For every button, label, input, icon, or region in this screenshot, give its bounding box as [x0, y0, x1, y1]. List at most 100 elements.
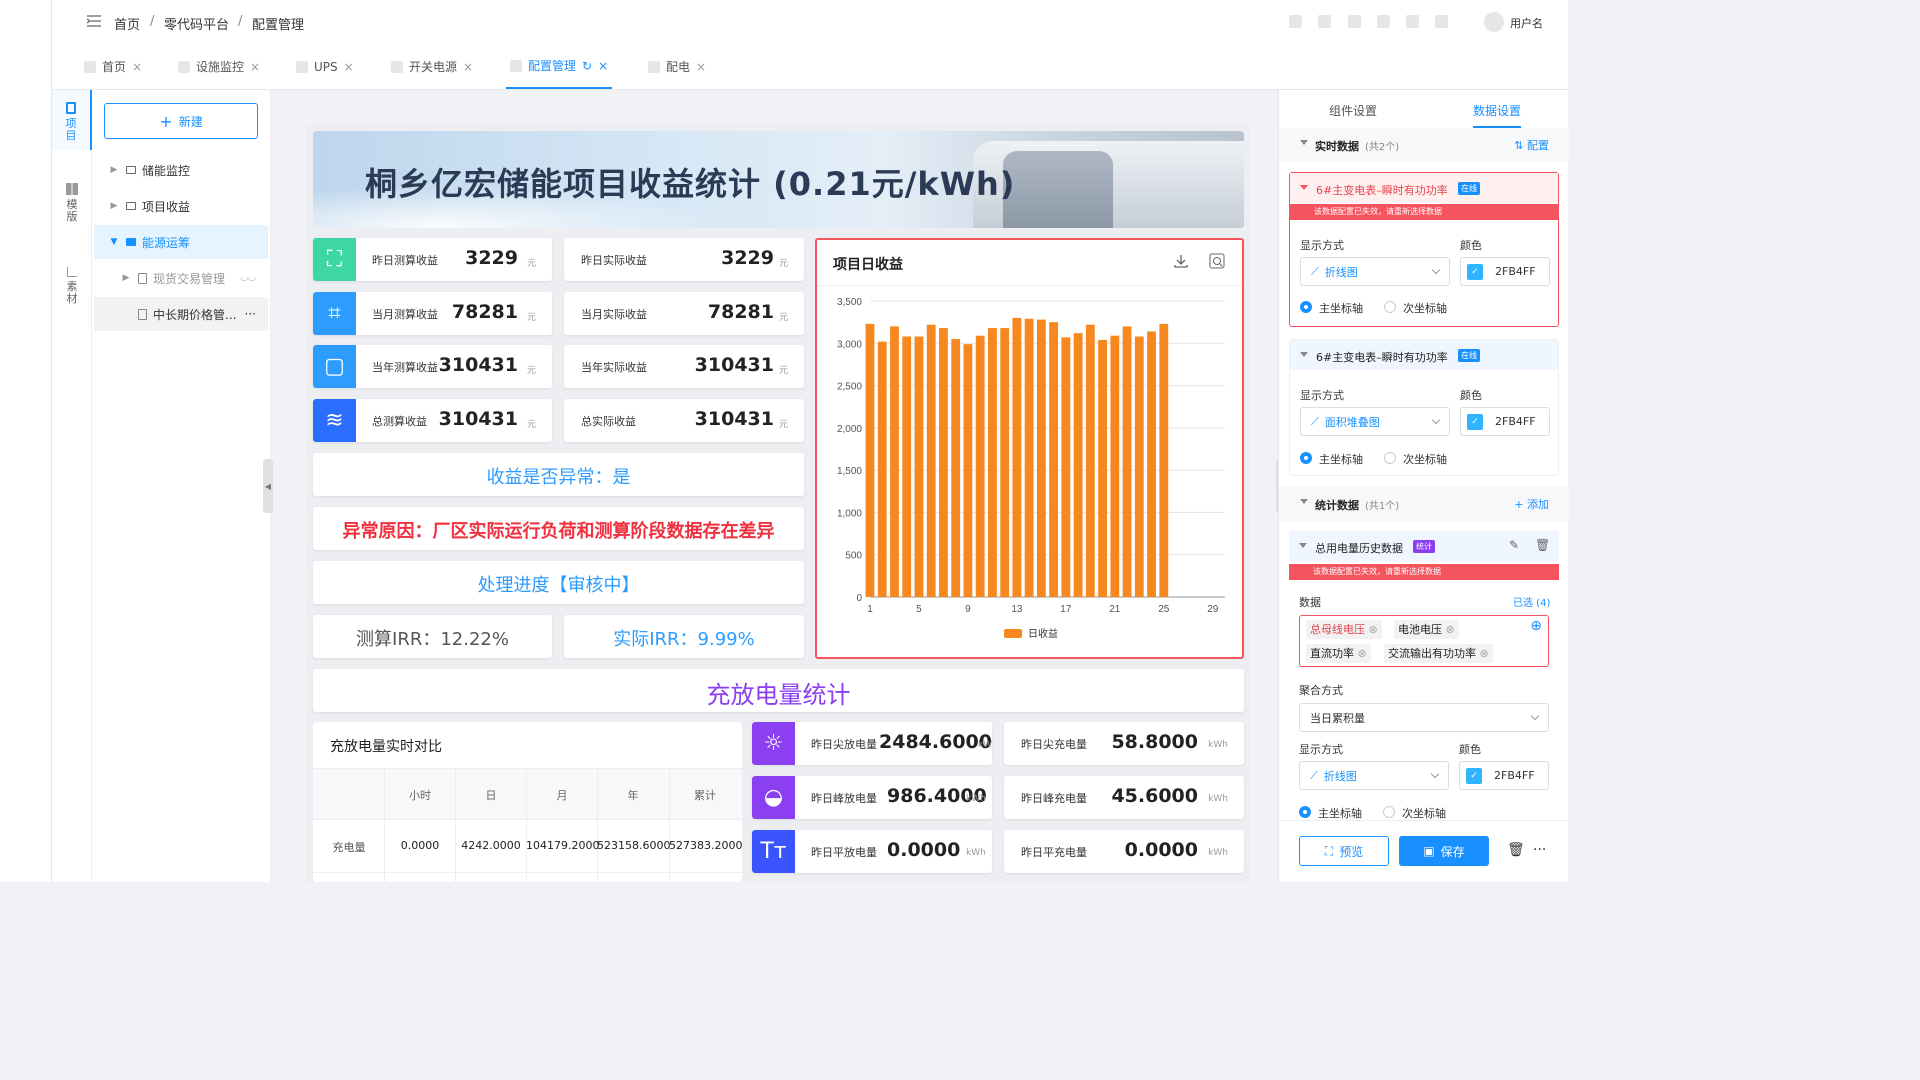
new-button[interactable]: + 新建	[104, 103, 258, 139]
agg-select[interactable]: 当日累积量	[1299, 703, 1549, 732]
secondary-axis-radio[interactable]	[1384, 452, 1396, 464]
tree-item[interactable]: ▶ 现货交易管理 ◡◡	[94, 261, 268, 295]
caret-down-icon[interactable]	[1300, 185, 1308, 190]
stats-section-header[interactable]: 统计数据 (共1个) + 添加	[1279, 487, 1569, 521]
download-icon[interactable]	[1173, 253, 1189, 269]
close-icon[interactable]: ×	[463, 60, 473, 74]
breadcrumb-home[interactable]: 首页	[114, 14, 140, 33]
data-item-card[interactable]: 6#主变电表–瞬时有功功率 在线 显示方式 颜色 ⟋ 面积堆叠图 ✓ 2FB4FF …	[1289, 339, 1559, 476]
caret-down-icon[interactable]	[1300, 140, 1308, 145]
primary-axis-radio[interactable]	[1300, 452, 1312, 464]
hidden-eye-icon[interactable]: ◡◡	[240, 273, 256, 283]
data-chip[interactable]: 交流输出有功功率 ⊗	[1384, 644, 1493, 663]
close-icon[interactable]: ×	[598, 59, 608, 73]
caret-right-icon[interactable]: ▶	[108, 165, 120, 175]
rail-template[interactable]: 模版	[52, 183, 92, 233]
breadcrumb-platform[interactable]: 零代码平台	[164, 14, 229, 33]
data-chip[interactable]: 总母线电压 ⊗	[1306, 620, 1382, 639]
secondary-axis-radio[interactable]	[1384, 301, 1396, 313]
header-tool-icon[interactable]	[1435, 15, 1448, 28]
edit-icon[interactable]: ✎	[1509, 538, 1519, 552]
more-icon[interactable]: ···	[1533, 842, 1546, 858]
close-icon[interactable]: ⊗	[1358, 647, 1367, 660]
kpi-unit: 元	[526, 420, 536, 430]
config-link[interactable]: ⇅ 配置	[1514, 137, 1549, 153]
secondary-axis-radio[interactable]	[1383, 806, 1395, 818]
data-chip[interactable]: 直流功率 ⊗	[1306, 644, 1371, 663]
delete-icon[interactable]: 🗑	[1507, 842, 1525, 858]
tab-data-settings[interactable]: 数据设置	[1473, 102, 1521, 119]
close-icon[interactable]: ×	[250, 60, 260, 74]
caret-down-icon[interactable]	[1299, 543, 1307, 548]
data-item-card[interactable]: 6#主变电表–瞬时有功功率 在线 该数据配置已失效，请重新选择数据 显示方式 颜…	[1289, 172, 1559, 327]
menu-toggle-icon[interactable]	[86, 14, 102, 28]
chart-bar	[926, 324, 936, 597]
tree-item[interactable]: 中长期价格管... ···	[94, 297, 268, 331]
zoom-icon[interactable]	[1209, 253, 1225, 269]
item-header[interactable]: 6#主变电表–瞬时有功功率 在线	[1290, 173, 1558, 203]
tab-home[interactable]: 首页 ×	[84, 44, 142, 89]
caret-down-icon[interactable]: ▼	[108, 237, 120, 247]
tab-switch-power[interactable]: 开关电源 ×	[391, 44, 473, 89]
selected-count-link[interactable]: 已选 (4)	[1513, 594, 1550, 609]
tab-config[interactable]: 配置管理 ↻ ×	[506, 44, 613, 89]
table-header-cell: 年	[627, 789, 639, 802]
realtime-section-header[interactable]: 实时数据 (共2个) ⇅ 配置	[1279, 128, 1569, 162]
collapse-left-icon[interactable]: ◀	[263, 459, 273, 513]
color-picker[interactable]: ✓ 2FB4FF	[1459, 761, 1549, 790]
header-tool-icon[interactable]	[1318, 15, 1331, 28]
data-tags-box[interactable]: 总母线电压 ⊗ 电池电压 ⊗ 直流功率 ⊗ 交流输出有功功率 ⊗ ⊕	[1299, 615, 1549, 667]
color-picker[interactable]: ✓ 2FB4FF	[1460, 257, 1550, 286]
add-circle-icon[interactable]: ⊕	[1530, 618, 1542, 634]
avatar[interactable]	[1484, 12, 1504, 32]
trash-icon[interactable]: 🗑	[1535, 538, 1550, 552]
tab-component-settings[interactable]: 组件设置	[1329, 102, 1377, 119]
tree-item[interactable]: ▶ 项目收益	[94, 189, 268, 223]
color-picker[interactable]: ✓ 2FB4FF	[1460, 407, 1550, 436]
header-tool-icon[interactable]	[1289, 15, 1302, 28]
stat-item-card[interactable]: 总用电量历史数据 统计 ✎ 🗑 该数据配置已失效，请重新选择数据 数据 已选 (…	[1289, 531, 1559, 831]
rail-material[interactable]: 素材	[52, 267, 92, 317]
data-chip[interactable]: 电池电压 ⊗	[1394, 620, 1459, 639]
radio-label: 主坐标轴	[1318, 807, 1362, 820]
close-icon[interactable]: ⊗	[1480, 647, 1489, 660]
chart-bar	[890, 326, 899, 597]
tab-facility[interactable]: 设施监控 ×	[178, 44, 260, 89]
item-header[interactable]: 6#主变电表–瞬时有功功率 在线	[1290, 340, 1558, 370]
caret-right-icon[interactable]: ▶	[120, 273, 132, 283]
tab-ups[interactable]: UPS ×	[296, 44, 354, 89]
close-icon[interactable]: ×	[696, 60, 706, 74]
display-select[interactable]: ⟋ 折线图	[1300, 257, 1450, 286]
close-icon[interactable]: ⊗	[1369, 623, 1378, 636]
close-icon[interactable]: ×	[132, 60, 142, 74]
caret-right-icon[interactable]: ▶	[108, 201, 120, 211]
header-tool-icon[interactable]	[1348, 15, 1361, 28]
primary-axis-radio[interactable]	[1300, 301, 1312, 313]
more-icon[interactable]: ···	[245, 307, 256, 321]
tree-item[interactable]: ▼ 能源运筹	[94, 225, 268, 259]
tab-distribution[interactable]: 配电 ×	[648, 44, 706, 89]
tab-bar: 首页 × 设施监控 × UPS × 开关电源 × 配置管理 ↻ × 配电 ×	[52, 44, 1568, 90]
rail-project[interactable]: 项目	[52, 90, 92, 150]
daily-revenue-chart[interactable]: 项目日收益 0 500 1,000 1,500 2,000 2,500 3,000 3,500…	[815, 238, 1244, 659]
close-icon[interactable]: ⊗	[1446, 623, 1455, 636]
tree-item[interactable]: ▶ 储能监控	[94, 153, 268, 187]
header-tool-icon[interactable]	[1377, 15, 1390, 28]
primary-axis-radio[interactable]	[1299, 806, 1311, 818]
display-select[interactable]: ⟋ 折线图	[1299, 761, 1449, 790]
user-name[interactable]: 用户名	[1510, 15, 1543, 31]
close-icon[interactable]: ×	[344, 60, 354, 74]
item-header[interactable]: 总用电量历史数据 统计 ✎ 🗑	[1289, 531, 1559, 561]
header-tool-icon[interactable]	[1406, 15, 1419, 28]
refresh-icon[interactable]: ↻	[582, 59, 592, 73]
display-select[interactable]: ⟋ 面积堆叠图	[1300, 407, 1450, 436]
bar-chart-icon	[67, 267, 77, 277]
sunrise-icon: ◒	[752, 776, 795, 819]
add-link[interactable]: + 添加	[1514, 496, 1549, 512]
caret-down-icon[interactable]	[1300, 499, 1308, 504]
save-button[interactable]: ▣ 保存	[1399, 836, 1489, 866]
caret-down-icon[interactable]	[1300, 352, 1308, 357]
charge-title: 充放电量统计	[706, 681, 851, 709]
preview-button[interactable]: ⛶ 预览	[1299, 836, 1389, 866]
kpi-card: 当月实际收益 78281 元	[564, 292, 804, 335]
